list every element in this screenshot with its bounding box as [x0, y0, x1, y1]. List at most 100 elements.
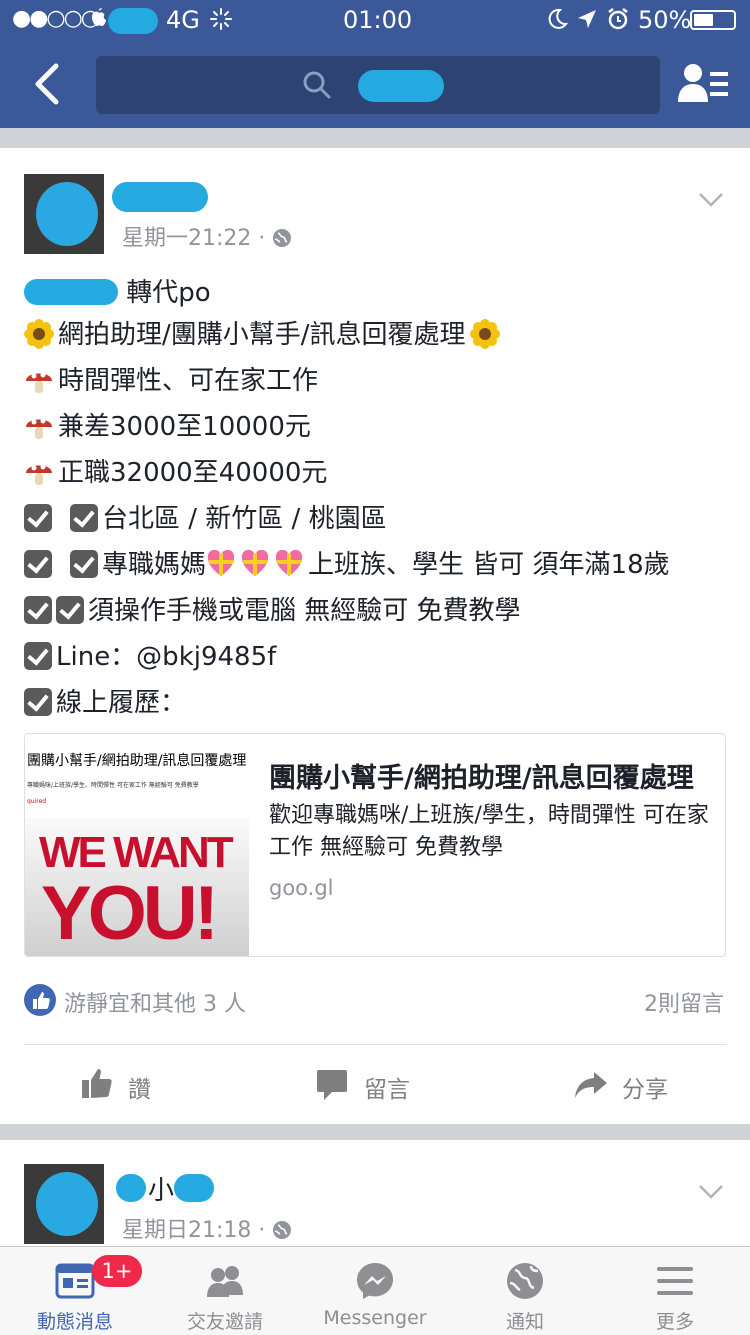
- thumbnail-heading: 團購小幫手/網拍助理/訊息回覆處理: [27, 753, 247, 769]
- battery-percent: 50%: [638, 6, 692, 34]
- redacted-author-name[interactable]: [112, 182, 208, 212]
- post-line-9: 線上履歷：: [24, 682, 186, 719]
- clock: 01:00: [343, 6, 413, 34]
- repost-line: 轉代po: [24, 272, 211, 309]
- share-arrow-icon: [575, 1072, 607, 1098]
- tab-label: Messenger: [323, 1307, 427, 1329]
- post-timestamp[interactable]: 星期日21:18: [122, 1218, 251, 1243]
- redacted-mention: [24, 279, 118, 305]
- chevron-down-icon: [699, 1185, 723, 1199]
- friends-list-button[interactable]: [678, 62, 728, 110]
- news-feed-icon: [55, 1263, 95, 1299]
- heart-ribbon-icon: [275, 549, 303, 576]
- alarm-icon: [606, 7, 630, 37]
- post-line-1: 網拍助理/團購小幫手/訊息回覆處理: [24, 314, 504, 351]
- post-line-7: 須操作手機或電腦 無經驗可 免費教學: [24, 590, 521, 627]
- moon-icon: [546, 8, 569, 36]
- activity-spinner-icon: [210, 8, 232, 36]
- chevron-left-icon: [35, 63, 59, 105]
- heart-ribbon-icon: [241, 549, 269, 576]
- comment-button[interactable]: 留言: [316, 1066, 436, 1106]
- avatar[interactable]: [24, 174, 104, 254]
- tab-label: 交友邀請: [186, 1311, 263, 1333]
- heart-ribbon-icon: [207, 549, 235, 576]
- like-reaction-icon: [24, 984, 56, 1016]
- network-type: 4G: [166, 6, 200, 34]
- post-line-2: 時間彈性、可在家工作: [24, 360, 318, 397]
- redacted-author-name: [116, 1174, 146, 1202]
- tab-news-feed[interactable]: 動態消息 1+: [0, 1247, 150, 1335]
- notification-badge: 1+: [92, 1255, 142, 1287]
- redacted-carrier: [108, 8, 158, 34]
- checkbox-emoji-icon: [24, 550, 52, 578]
- like-label: 讚: [128, 1077, 151, 1103]
- post-line-5: 台北區 / 新竹區 / 桃園區: [24, 498, 387, 535]
- top-navigation-bar: [0, 40, 750, 128]
- chevron-down-icon: [699, 193, 723, 207]
- globe-icon: [273, 1221, 292, 1239]
- thumbnail-subtext: 專職媽咪/上班族/學生、時間彈性 可在家工作 無經驗可 免費教學: [27, 782, 199, 789]
- redacted-avatar: [36, 1172, 98, 1236]
- mushroom-icon: [26, 372, 52, 393]
- author-name-visible[interactable]: 小: [148, 1170, 174, 1207]
- share-label: 分享: [622, 1077, 668, 1103]
- tab-messenger[interactable]: Messenger: [300, 1247, 450, 1335]
- reactions-summary[interactable]: 游靜宜和其他 3 人 2則留言: [24, 984, 724, 1018]
- divider: [24, 1044, 726, 1045]
- location-arrow-icon: [576, 8, 598, 36]
- post-timestamp[interactable]: 星期一21:22: [122, 226, 251, 251]
- tab-notifications[interactable]: 通知: [450, 1247, 600, 1335]
- redacted-avatar: [36, 182, 98, 246]
- messenger-icon: [357, 1263, 393, 1299]
- tab-label: 通知: [505, 1311, 544, 1333]
- post-line-3: 兼差3000至10000元: [24, 406, 311, 443]
- sunflower-icon: [469, 319, 500, 349]
- checkbox-emoji-icon: [70, 550, 98, 578]
- share-button[interactable]: 分享: [574, 1066, 694, 1106]
- avatar[interactable]: [24, 1164, 104, 1244]
- post-meta: 星期日21:18 ·: [122, 1212, 292, 1244]
- link-title: 團購小幫手/網拍助理/訊息回覆處理: [269, 763, 694, 794]
- search-bar[interactable]: [96, 56, 660, 114]
- checkbox-emoji-icon: [24, 642, 52, 670]
- menu-icon: [657, 1267, 693, 1295]
- tab-label: 更多: [655, 1311, 694, 1333]
- post-meta: 星期一21:22 ·: [122, 220, 292, 252]
- comments-count[interactable]: 2則留言: [644, 986, 724, 1018]
- post-options-button[interactable]: [698, 192, 724, 212]
- globe-notifications-icon: [507, 1263, 543, 1299]
- sunflower-icon: [24, 319, 54, 349]
- tab-more[interactable]: 更多: [600, 1247, 750, 1335]
- bottom-tab-bar: 動態消息 1+ 交友邀請 Messenger 通知 更多: [0, 1246, 750, 1335]
- mushroom-icon: [26, 464, 52, 485]
- comment-label: 留言: [364, 1077, 410, 1103]
- checkbox-emoji-icon: [56, 596, 84, 624]
- post-options-button[interactable]: [698, 1184, 724, 1204]
- checkbox-emoji-icon: [70, 504, 98, 532]
- post-line-4: 正職32000至40000元: [24, 452, 327, 489]
- friends-list-icon: [678, 64, 728, 102]
- apple-icon: [88, 6, 108, 36]
- meta-separator: ·: [258, 1218, 266, 1243]
- friend-requests-icon: [207, 1266, 243, 1297]
- thumbnail-red-text: quired: [27, 798, 47, 805]
- feed-post: 小 星期日21:18 ·: [0, 1140, 750, 1246]
- comment-bubble-icon: [317, 1070, 347, 1100]
- checkbox-emoji-icon: [24, 688, 52, 716]
- link-domain: goo.gl: [269, 876, 334, 900]
- like-button[interactable]: 讚: [80, 1066, 200, 1106]
- redacted-author-name: [174, 1174, 214, 1202]
- status-bar: ●●○○○ 4G 01:00 50%: [0, 0, 750, 40]
- checkbox-emoji-icon: [24, 596, 52, 624]
- checkbox-emoji-icon: [24, 504, 52, 532]
- link-preview-card[interactable]: 團購小幫手/網拍助理/訊息回覆處理 專職媽咪/上班族/學生、時間彈性 可在家工作…: [24, 733, 726, 957]
- signal-strength: ●●○○○: [12, 6, 100, 31]
- globe-icon: [273, 229, 292, 247]
- tab-label: 動態消息: [36, 1311, 113, 1333]
- back-button[interactable]: [28, 60, 68, 108]
- link-thumbnail: 團購小幫手/網拍助理/訊息回覆處理 專職媽咪/上班族/學生、時間彈性 可在家工作…: [25, 734, 249, 956]
- thumbs-up-icon: [82, 1069, 112, 1098]
- battery-icon: [690, 10, 736, 30]
- feed-post: 星期一21:22 · 轉代po 網拍助理/團購小幫手/訊息回覆處理 時間彈性、可…: [0, 148, 750, 1124]
- tab-friend-requests[interactable]: 交友邀請: [150, 1247, 300, 1335]
